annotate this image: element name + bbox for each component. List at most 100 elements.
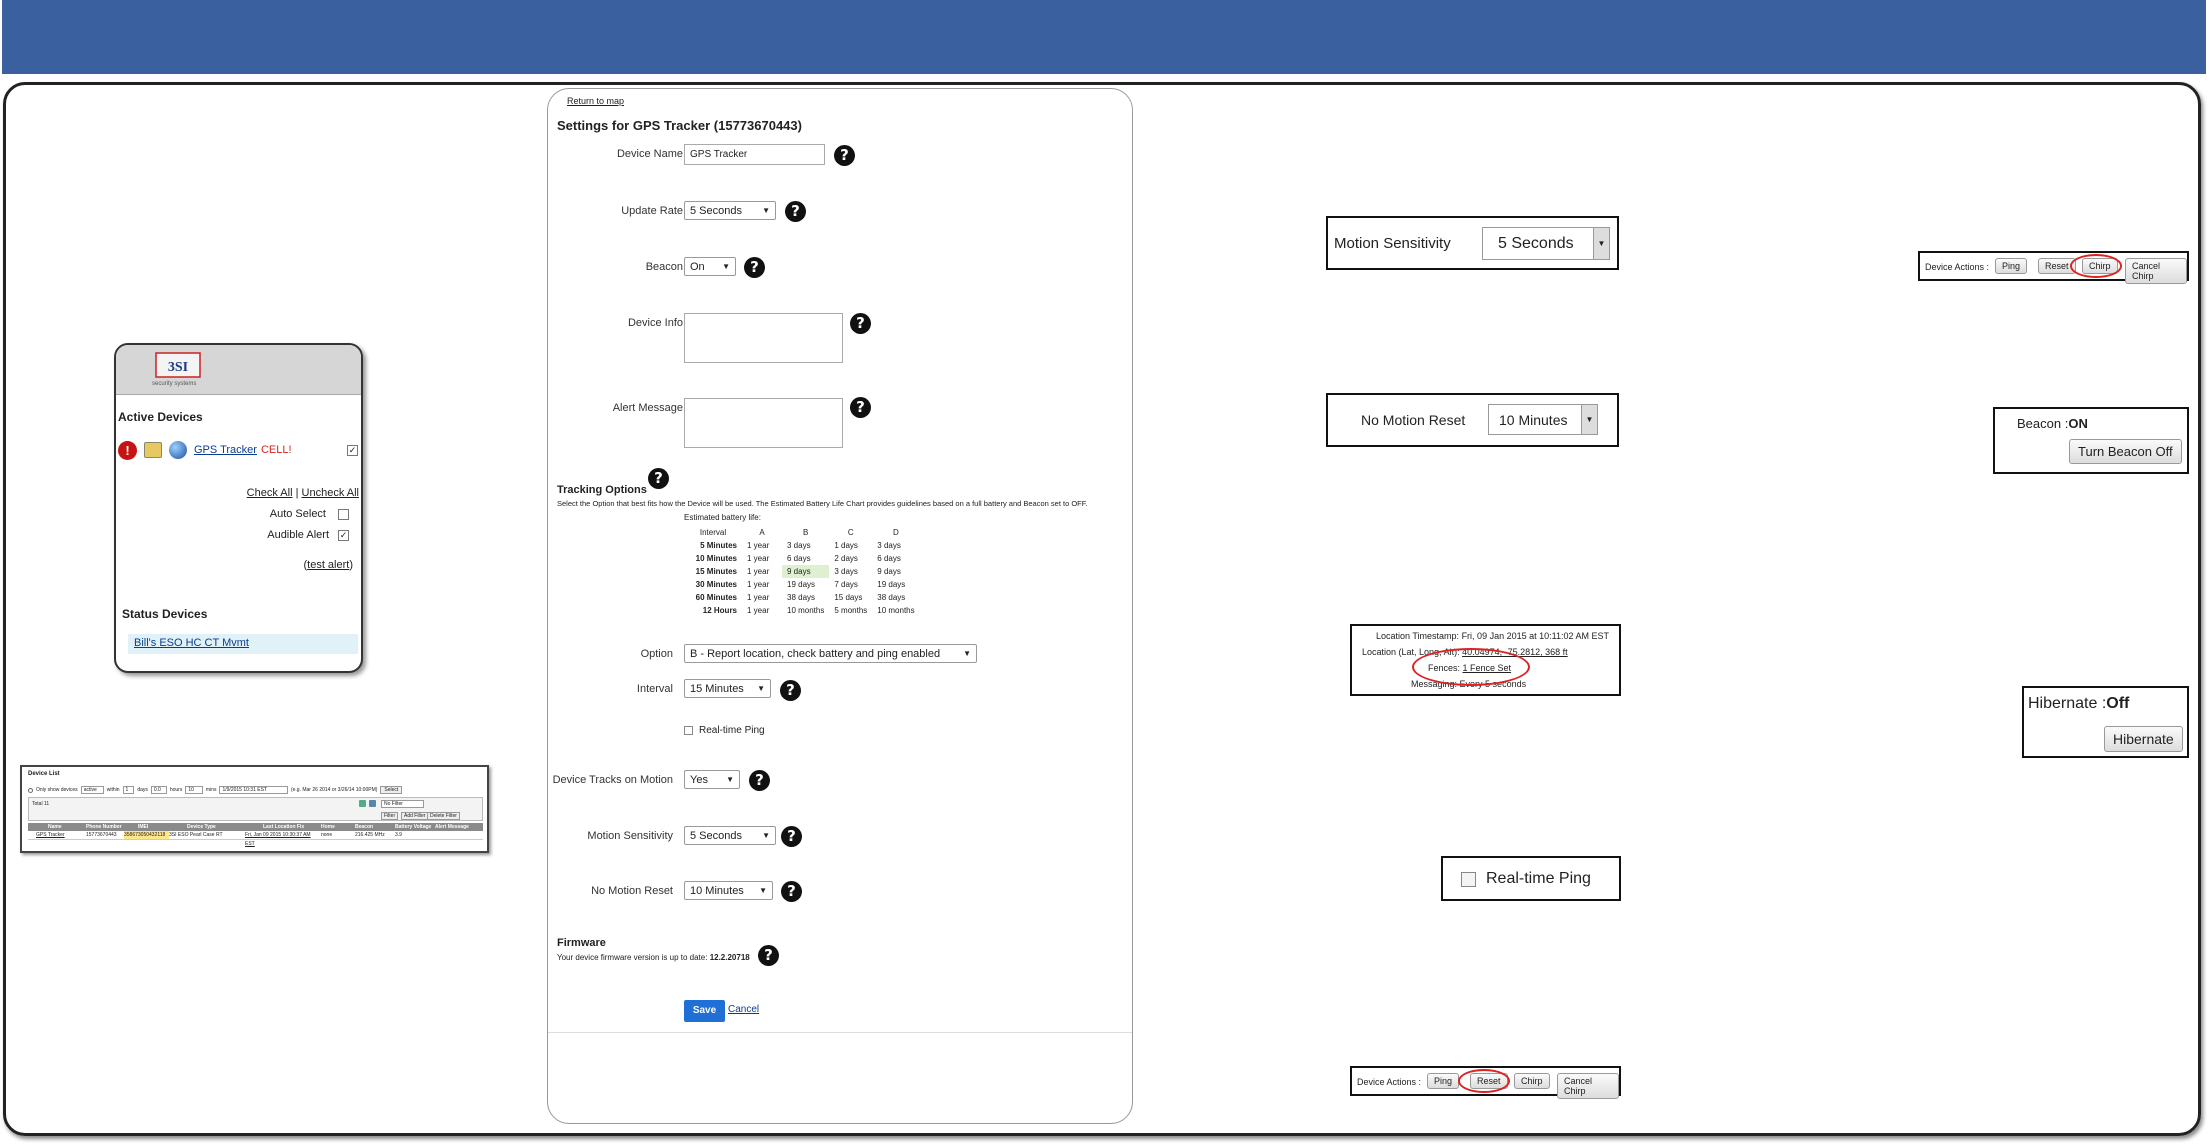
date-input[interactable]: 1/9/2015 10:31 EST (219, 786, 288, 794)
col-header[interactable]: Phone Number (86, 823, 124, 831)
footer-divider (548, 1032, 1132, 1033)
device-row[interactable]: ! GPS Tracker CELL! ✓ (118, 439, 358, 461)
delete-filter-button[interactable]: Delete Filter (427, 812, 460, 820)
ping-button[interactable]: Ping (1427, 1073, 1460, 1089)
filter-button[interactable]: Filter (381, 812, 399, 820)
tracking-options-title: Tracking Options (557, 484, 647, 496)
add-filter-button[interactable]: Add Filter (401, 812, 429, 820)
cell-last-fix[interactable]: Fri, Jan 09 2015 10:30:37 AM EST (245, 831, 321, 847)
check-all-link[interactable]: Check All (247, 487, 293, 499)
col-header[interactable]: Last Location Fix (245, 823, 321, 831)
question-icon[interactable]: ? (850, 397, 871, 418)
question-icon[interactable]: ? (785, 201, 806, 222)
option-label: Option (640, 648, 673, 660)
filter-radio[interactable] (28, 787, 33, 793)
option-select[interactable]: B - Report location, check battery and p… (684, 644, 977, 663)
test-alert-link[interactable]: test alert (307, 559, 349, 571)
no-filter-select[interactable]: No Filter (381, 800, 424, 808)
cell: 38 days (787, 593, 816, 602)
col-header[interactable]: Beacon Frequency (355, 823, 395, 838)
cell: 60 Minutes (695, 593, 737, 602)
interval-select[interactable]: 15 Minutes ▼ (684, 679, 771, 698)
question-icon[interactable]: ? (781, 881, 802, 902)
table-row[interactable]: GPS Tracker 15773670443 358673050432118 … (28, 831, 483, 847)
dropdown-arrow-icon: ▼ (1581, 405, 1597, 434)
days-input[interactable]: 1 (122, 786, 135, 794)
logo-subtitle: security systems (152, 381, 197, 387)
save-button[interactable]: Save (684, 1000, 725, 1022)
col-header[interactable]: Battery Voltage (395, 823, 435, 831)
question-icon[interactable]: ? (850, 313, 871, 334)
col-b: B (803, 528, 809, 537)
cell: 19 days (787, 580, 816, 589)
svg-text:3SI: 3SI (168, 360, 188, 375)
motion-sensitivity-callout: Motion Sensitivity 5 Seconds ▼ (1326, 216, 1619, 270)
question-icon[interactable]: ? (781, 826, 802, 847)
firmware-text: Your device firmware version is up to da… (557, 953, 708, 962)
realtime-ping-checkbox[interactable] (684, 726, 693, 735)
table-row: 30 Minutes 1 year 19 days 7 days 19 days (684, 578, 920, 591)
no-motion-reset-callout-label: No Motion Reset (1361, 412, 1466, 428)
status-device-item[interactable]: Bill's ESO HC CT Mvmt (128, 634, 358, 654)
motion-sensitivity-select[interactable]: 5 Seconds ▼ (684, 826, 776, 845)
battery-life-label: Estimated battery life: (684, 513, 761, 522)
cell-name[interactable]: GPS Tracker (28, 831, 86, 839)
mins-input[interactable]: 10 (185, 786, 203, 794)
realtime-ping-callout-checkbox[interactable] (1461, 872, 1476, 887)
filter-select[interactable]: active (80, 786, 104, 794)
update-rate-select[interactable]: 5 Seconds ▼ (684, 201, 776, 220)
turn-beacon-off-button[interactable]: Turn Beacon Off (2069, 439, 2182, 464)
alert-message-textarea[interactable] (684, 398, 843, 448)
audible-alert-checkbox[interactable]: ✓ (338, 529, 349, 541)
realtime-ping-row[interactable]: Real-time Ping (684, 725, 765, 736)
search-icon[interactable] (359, 800, 366, 807)
beacon-select[interactable]: On ▼ (684, 257, 736, 276)
motion-sensitivity-callout-select[interactable]: 5 Seconds ▼ (1482, 227, 1610, 260)
select-button[interactable]: Select (380, 786, 403, 794)
tracks-motion-select[interactable]: Yes ▼ (684, 770, 740, 789)
question-icon[interactable]: ? (758, 945, 779, 966)
cell: 10 months (877, 606, 915, 615)
question-icon[interactable]: ? (834, 145, 855, 166)
cell: 6 days (787, 554, 811, 563)
return-to-map-link[interactable]: Return to map (567, 96, 624, 106)
hibernate-button[interactable]: Hibernate (2104, 726, 2183, 752)
cell: 3 days (834, 567, 858, 576)
uncheck-all-link[interactable]: Uncheck All (302, 487, 359, 499)
loc-timestamp-label: Location Timestamp: (1376, 631, 1460, 641)
col-header[interactable]: IMEI (124, 823, 169, 831)
chirp-button[interactable]: Chirp (1514, 1073, 1550, 1089)
check-links: Check All | Uncheck All (247, 487, 359, 499)
device-name-input[interactable]: GPS Tracker (684, 144, 825, 165)
cancel-chirp-button[interactable]: Cancel Chirp (2125, 258, 2187, 284)
device-info-textarea[interactable] (684, 313, 843, 363)
auto-select-checkbox[interactable] (338, 508, 349, 520)
cell-type: 3SI ESO Pearl Case RT (169, 832, 223, 838)
beacon-value: On (690, 260, 705, 273)
no-motion-reset-label: No Motion Reset (591, 885, 673, 897)
cell-voltage: 3.9 (395, 832, 402, 838)
device-checkbox[interactable]: ✓ (347, 444, 358, 456)
no-motion-reset-select[interactable]: 10 Minutes ▼ (684, 881, 773, 900)
refresh-icon[interactable] (369, 800, 376, 807)
no-motion-reset-value: 10 Minutes (690, 884, 744, 897)
ping-button[interactable]: Ping (1995, 258, 2028, 274)
col-header[interactable]: Home Location (321, 823, 355, 838)
hours-input[interactable]: 0.0 (150, 786, 167, 794)
top-banner (2, 0, 2206, 74)
status-device-link[interactable]: Bill's ESO HC CT Mvmt (134, 637, 249, 649)
cancel-chirp-button[interactable]: Cancel Chirp (1557, 1073, 1619, 1099)
table-row: 15 Minutes 1 year 9 days 3 days 9 days (684, 565, 920, 578)
cell-beacon: 216.425 MHz (355, 832, 385, 838)
question-icon[interactable]: ? (744, 257, 765, 278)
chirp-highlight-ring (2070, 254, 2122, 278)
col-header[interactable]: Name (28, 823, 86, 831)
question-icon[interactable]: ? (780, 680, 801, 701)
col-header[interactable]: Alert Message (435, 823, 475, 831)
no-motion-reset-callout-select[interactable]: 10 Minutes ▼ (1488, 404, 1598, 435)
question-icon[interactable]: ? (749, 770, 770, 791)
col-header[interactable]: Device Type (169, 823, 245, 831)
device-link[interactable]: GPS Tracker (194, 444, 257, 456)
question-icon[interactable]: ? (648, 468, 669, 489)
cancel-link[interactable]: Cancel (728, 1004, 759, 1015)
